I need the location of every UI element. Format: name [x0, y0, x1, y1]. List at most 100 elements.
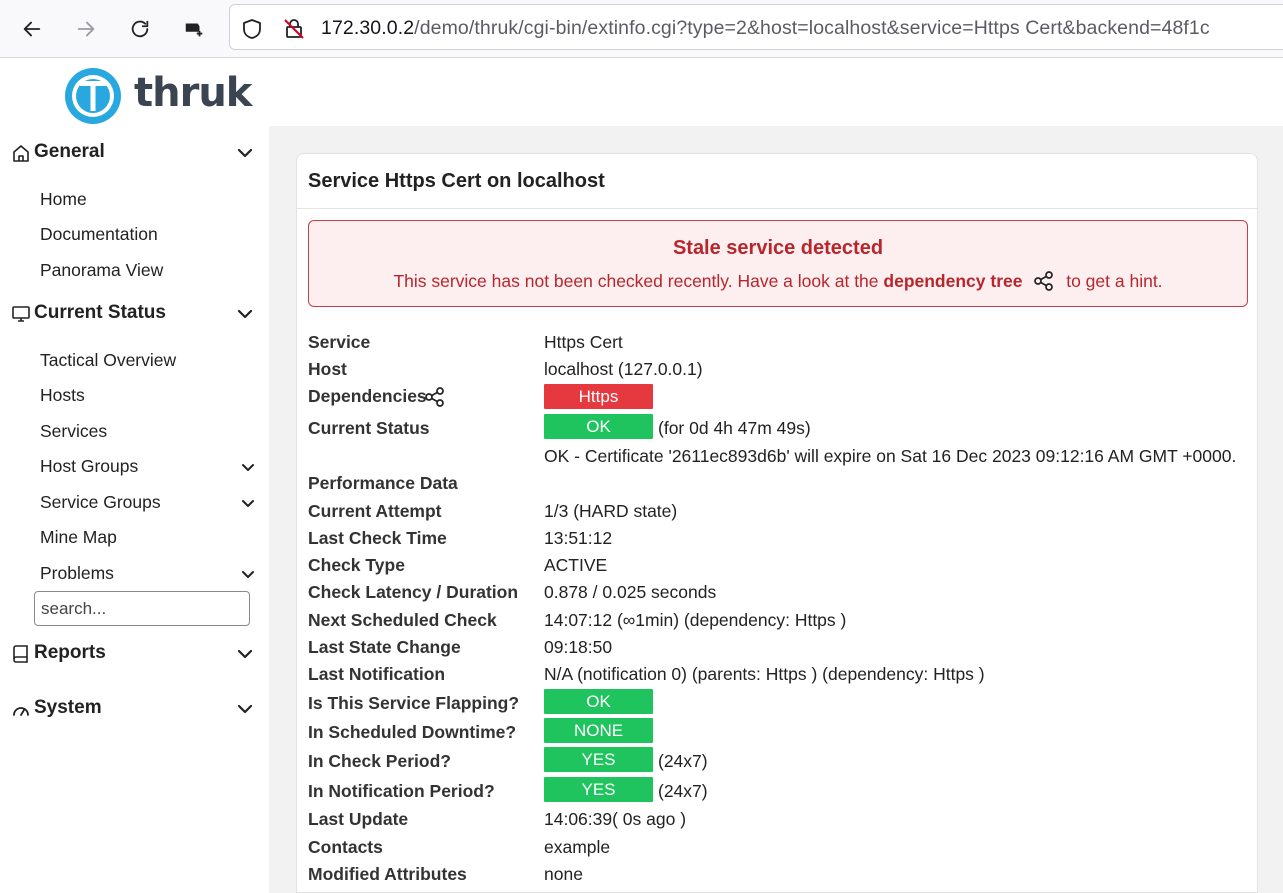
label-service: Service — [308, 332, 371, 352]
reload-button[interactable] — [120, 9, 160, 49]
page-title: Service Https Cert on localhost — [308, 170, 605, 192]
nav-tactical-overview[interactable]: Tactical Overview — [40, 350, 176, 371]
chevron-down-icon[interactable] — [236, 146, 254, 160]
value-last-state-change: 09:18:50 — [544, 637, 613, 657]
section-current-status[interactable]: Current Status — [0, 299, 269, 329]
back-button[interactable] — [12, 9, 52, 49]
label-dependencies: Dependencies — [308, 386, 427, 406]
share-nodes-icon[interactable] — [424, 386, 446, 408]
status-badge: OK — [544, 414, 653, 439]
arrow-right-icon — [77, 21, 95, 37]
dependency-badge-https[interactable]: Https — [544, 384, 653, 409]
stale-service-alert: Stale service detected This service has … — [308, 220, 1248, 307]
section-current-status-label: Current Status — [34, 302, 166, 323]
alert-title: Stale service detected — [672, 237, 884, 259]
reload-icon — [131, 20, 149, 38]
section-system-label: System — [34, 697, 102, 718]
alert-message: This service has not been checked recent… — [309, 270, 1247, 292]
url-bar[interactable]: 172.30.0.2/demo/thruk/cgi-bin/extinfo.cg… — [229, 4, 1283, 50]
label-performance-data: Performance Data — [308, 473, 458, 493]
notification-period-badge: YES — [544, 777, 653, 802]
section-reports-label: Reports — [34, 642, 106, 663]
flapping-badge: OK — [544, 689, 653, 714]
label-check-latency: Check Latency / Duration — [308, 582, 519, 602]
label-last-notification: Last Notification — [308, 664, 446, 684]
section-general-label: General — [34, 141, 105, 162]
chevron-down-icon[interactable] — [240, 498, 256, 510]
label-last-state-change: Last State Change — [308, 637, 461, 657]
notification-period-name: (24x7) — [658, 781, 708, 801]
nav-problems[interactable]: Problems — [40, 563, 114, 584]
dependency-tree-link[interactable]: dependency tree — [883, 271, 1022, 291]
label-modified-attributes: Modified Attributes — [308, 864, 467, 884]
label-last-update: Last Update — [308, 809, 409, 829]
nav-services[interactable]: Services — [40, 421, 107, 442]
label-downtime: In Scheduled Downtime? — [308, 722, 517, 742]
section-general[interactable]: General — [0, 138, 269, 168]
label-next-check: Next Scheduled Check — [308, 610, 497, 630]
divider — [297, 208, 1257, 209]
share-nodes-icon[interactable] — [1033, 270, 1055, 292]
value-current-attempt: 1/3 (HARD state) — [544, 501, 678, 521]
nav-documentation[interactable]: Documentation — [40, 224, 158, 245]
nav-panorama-view[interactable]: Panorama View — [40, 260, 163, 281]
label-flapping: Is This Service Flapping? — [308, 693, 520, 713]
check-period-badge: YES — [544, 747, 653, 772]
value-host[interactable]: localhost (127.0.0.1) — [544, 359, 703, 380]
label-host: Host — [308, 359, 347, 379]
value-contacts[interactable]: example — [544, 837, 610, 858]
nav-mine-map[interactable]: Mine Map — [40, 527, 117, 548]
label-current-attempt: Current Attempt — [308, 501, 442, 521]
nav-host-groups[interactable]: Host Groups — [40, 456, 138, 477]
label-contacts: Contacts — [308, 837, 383, 857]
value-check-latency: 0.878 / 0.025 seconds — [544, 582, 717, 602]
value-check-type: ACTIVE — [544, 555, 608, 575]
check-period-name: (24x7) — [658, 751, 708, 771]
thruk-logo-icon — [65, 68, 121, 124]
gauge-icon — [13, 707, 29, 716]
insecure-lock-icon[interactable] — [282, 17, 306, 41]
service-detail-panel: Service Https Cert on localhost Stale se… — [296, 153, 1258, 893]
label-current-status: Current Status — [308, 418, 430, 438]
nav-home[interactable]: Home — [40, 189, 87, 210]
chevron-down-icon[interactable] — [240, 569, 256, 581]
logo-text: thruk — [134, 70, 252, 116]
forward-button[interactable] — [66, 9, 106, 49]
status-information: OK - Certificate '2611ec893d6b' will exp… — [544, 446, 1237, 466]
value-modified-attributes: none — [544, 864, 583, 884]
thruk-logo[interactable]: thruk — [64, 62, 252, 124]
value-service: Https Cert — [544, 332, 623, 352]
chevron-down-icon[interactable] — [236, 702, 254, 716]
value-next-check: 14:07:12 (∞1min) (dependency: Https ) — [544, 610, 847, 630]
value-last-update: 14:06:39( 0s ago ) — [544, 809, 687, 829]
nav-service-groups[interactable]: Service Groups — [40, 492, 161, 513]
arrow-left-icon — [23, 21, 41, 37]
label-check-period: In Check Period? — [308, 751, 451, 771]
value-last-check-time: 13:51:12 — [544, 528, 613, 548]
value-last-notification: N/A (notification 0) (parents: Https ) (… — [544, 664, 985, 684]
book-icon — [13, 645, 28, 663]
alert-message-suffix: to get a hint. — [1066, 271, 1163, 291]
extension-button[interactable] — [174, 9, 214, 49]
chevron-down-icon[interactable] — [236, 307, 254, 321]
section-reports[interactable]: Reports — [0, 639, 269, 669]
label-notification-period: In Notification Period? — [308, 781, 495, 801]
status-duration: (for 0d 4h 47m 49s) — [658, 418, 811, 438]
extension-icon — [185, 23, 203, 37]
url-path: /demo/thruk/cgi-bin/extinfo.cgi?type=2&h… — [414, 17, 1210, 39]
section-system[interactable]: System — [0, 694, 269, 724]
main-content: Service Https Cert on localhost Stale se… — [269, 126, 1283, 893]
home-icon — [13, 145, 29, 162]
chevron-down-icon[interactable] — [240, 462, 256, 474]
nav-hosts[interactable]: Hosts — [40, 385, 85, 406]
url-text[interactable]: 172.30.0.2/demo/thruk/cgi-bin/extinfo.cg… — [321, 17, 1210, 40]
shield-icon[interactable] — [240, 17, 264, 41]
sidebar: thruk General Home Documentation Panoram… — [0, 58, 269, 893]
downtime-badge: NONE — [544, 718, 653, 743]
browser-toolbar: 172.30.0.2/demo/thruk/cgi-bin/extinfo.cg… — [0, 0, 1283, 58]
chevron-down-icon[interactable] — [236, 647, 254, 661]
monitor-icon — [12, 306, 30, 322]
label-last-check-time: Last Check Time — [308, 528, 447, 548]
label-check-type: Check Type — [308, 555, 405, 575]
sidebar-search-input[interactable] — [34, 591, 250, 626]
